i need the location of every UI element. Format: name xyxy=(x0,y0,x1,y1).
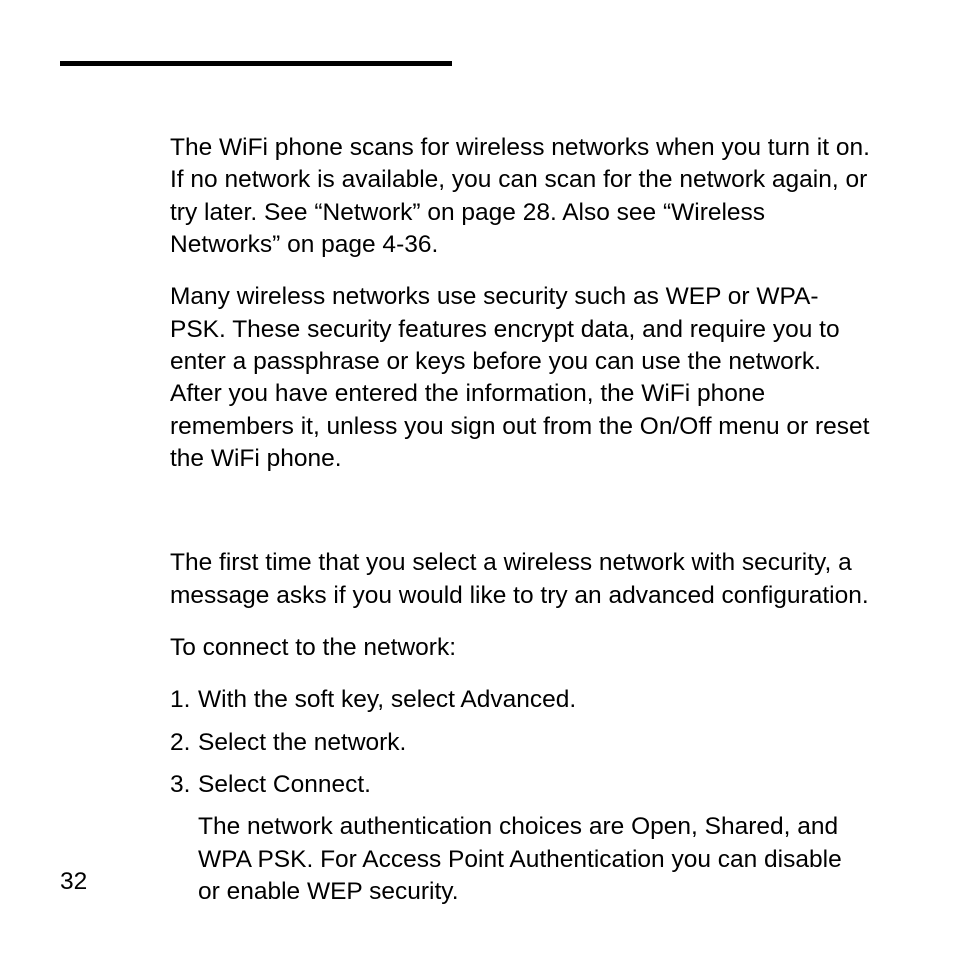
section-gap xyxy=(170,495,870,547)
paragraph-2: Many wireless networks use security such… xyxy=(170,281,870,475)
step-number: 2. xyxy=(170,727,198,759)
paragraph-1: The WiFi phone scans for wireless networ… xyxy=(170,132,870,261)
page-number: 32 xyxy=(60,868,87,896)
document-page: The WiFi phone scans for wireless networ… xyxy=(0,0,954,954)
ordered-steps: 1. With the soft key, select Advanced. 2… xyxy=(170,684,870,908)
paragraph-4: To connect to the network: xyxy=(170,632,870,664)
paragraph-3: The first time that you select a wireles… xyxy=(170,547,870,612)
step-2: 2. Select the network. xyxy=(170,727,870,759)
header-rule xyxy=(60,61,452,66)
step-number: 1. xyxy=(170,684,198,716)
step-text: Select the network. xyxy=(198,727,870,759)
step-text: Select Connect. xyxy=(198,769,870,801)
step-3-description: The network authentication choices are O… xyxy=(198,811,870,908)
step-number: 3. xyxy=(170,769,198,801)
step-text: With the soft key, select Advanced. xyxy=(198,684,870,716)
step-3: 3. Select Connect. xyxy=(170,769,870,801)
step-1: 1. With the soft key, select Advanced. xyxy=(170,684,870,716)
body-content: The WiFi phone scans for wireless networ… xyxy=(170,132,870,933)
